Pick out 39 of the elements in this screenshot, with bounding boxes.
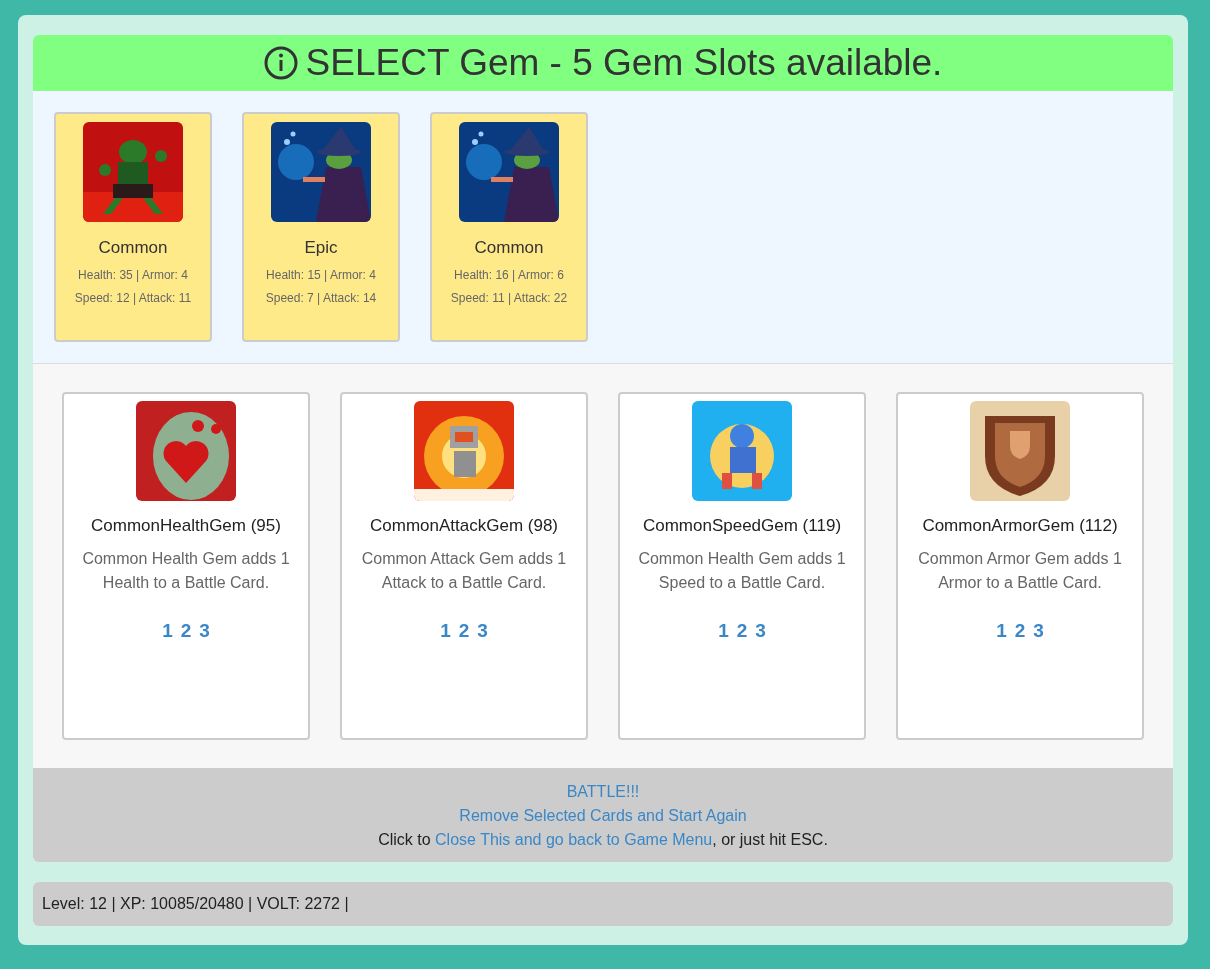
gem-name: CommonAttackGem (98) — [370, 516, 558, 536]
card-rarity: Common — [98, 238, 168, 258]
card-stats: Speed: 12 | Attack: 11 — [74, 291, 192, 305]
slot-link[interactable]: 2 — [736, 620, 748, 642]
status-text: Level: 12 | XP: 10085/20480 | VOLT: 2272 | — [42, 895, 349, 913]
close-instructions: Click to Close This and go back to Game Menu, or just hit ESC. — [378, 830, 828, 850]
battle-card[interactable]: Common Health: 16 | Armor: 6 Speed: 11 | Attack: 22 — [430, 112, 588, 342]
remove-link[interactable]: Remove Selected Cards and Start Again — [459, 804, 747, 828]
battle-card[interactable]: Epic Health: 15 | Armor: 4 Speed: 7 | Attack: 14 — [242, 112, 400, 342]
card-stats: Health: 15 | Armor: 4 — [266, 268, 376, 282]
slot-link[interactable]: 1 — [996, 620, 1007, 642]
dialog-title: SELECT Gem - 5 Gem Slots available. — [305, 42, 943, 84]
gem-description: Common Health Gem adds 1 Health to a Battle Card. — [81, 549, 291, 593]
card-rarity: Epic — [304, 238, 338, 258]
slot-link[interactable]: 2 — [458, 620, 470, 642]
battle-link[interactable]: BATTLE!!! — [566, 780, 640, 804]
gem-name: CommonSpeedGem (119) — [642, 516, 842, 536]
slot-link[interactable]: 3 — [199, 620, 210, 642]
slot-link[interactable]: 1 — [440, 620, 451, 642]
slot-link[interactable]: 2 — [180, 620, 192, 642]
card-stats: Speed: 11 | Attack: 22 — [450, 291, 568, 305]
slot-link[interactable]: 1 — [162, 620, 173, 642]
card-stats: Speed: 7 | Attack: 14 — [265, 291, 377, 305]
slot-link[interactable]: 3 — [755, 620, 766, 642]
close-link[interactable]: Close This and go back to Game Menu — [435, 831, 713, 848]
card-rarity: Common — [474, 238, 544, 258]
gem-description: Common Attack Gem adds 1 Attack to a Battle Card. — [360, 549, 568, 593]
gem-name: CommonHealthGem (95) — [91, 516, 281, 536]
gem-name: CommonArmorGem (112) — [922, 516, 1118, 536]
card-stats: Health: 16 | Armor: 6 — [454, 268, 564, 282]
gem-description: Common Health Gem adds 1 Speed to a Battle Card. — [637, 549, 847, 593]
slot-link[interactable]: 3 — [477, 620, 488, 642]
slot-link[interactable]: 1 — [718, 620, 729, 642]
battle-card[interactable]: Common Health: 35 | Armor: 4 Speed: 12 | Attack: 11 — [54, 112, 212, 342]
info-icon — [263, 46, 298, 80]
gem-description: Common Armor Gem adds 1 Armor to a Battle Card. — [917, 549, 1123, 593]
card-stats: Health: 35 | Armor: 4 — [78, 268, 188, 282]
slot-link[interactable]: 2 — [1014, 620, 1026, 642]
slot-link[interactable]: 3 — [1033, 620, 1044, 642]
